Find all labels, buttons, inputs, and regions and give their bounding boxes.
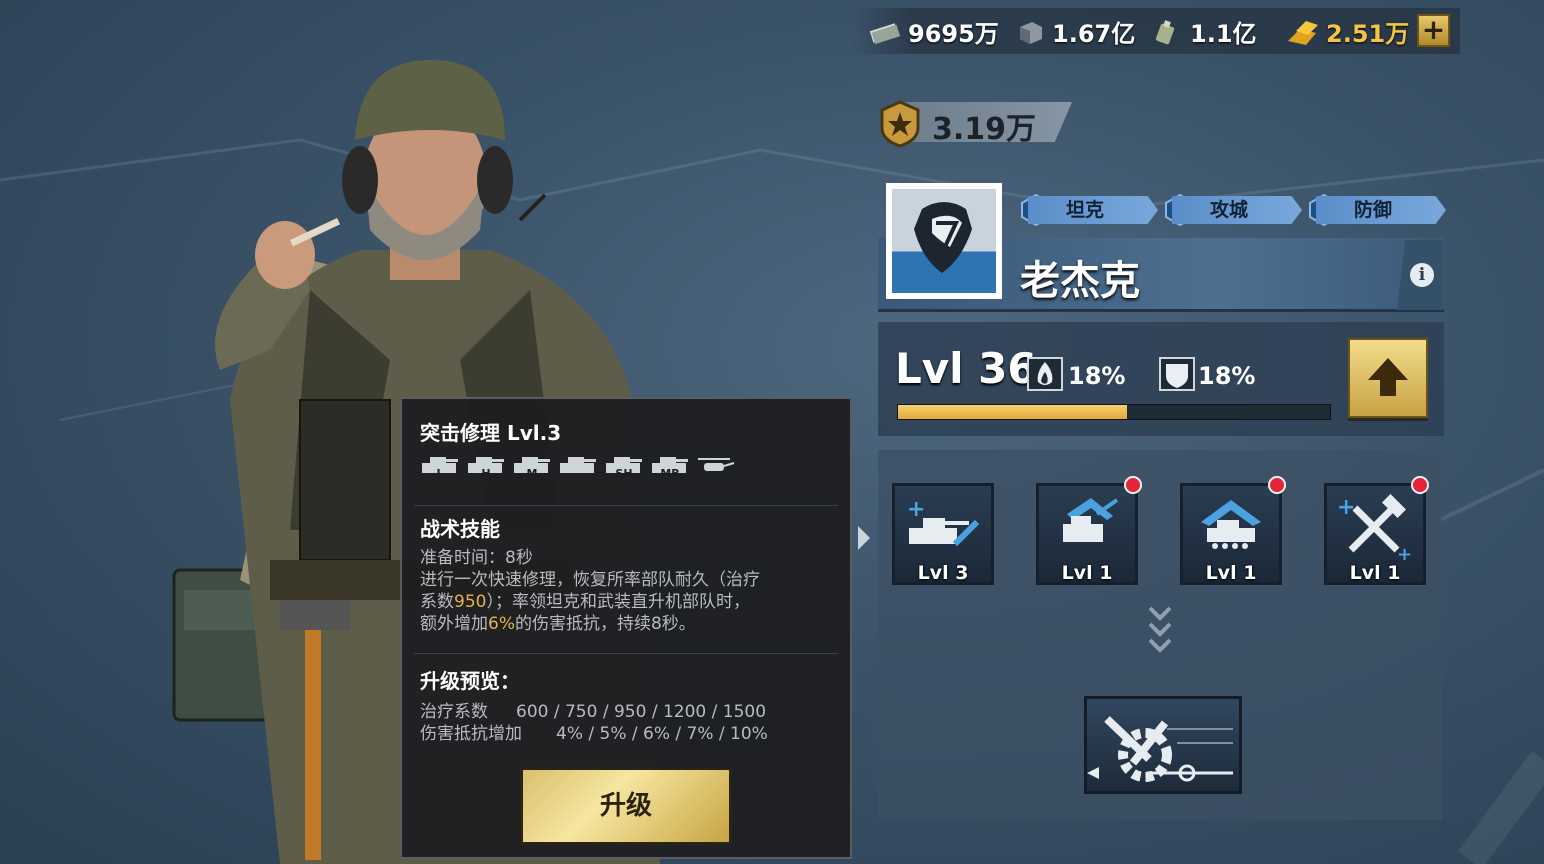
eagle-emblem-icon	[914, 202, 972, 273]
tank-unit-icon	[560, 457, 596, 473]
tank-unit-icon: L	[422, 457, 458, 479]
hero-emblem	[886, 183, 1002, 299]
add-gold-button[interactable]: +	[1417, 14, 1450, 47]
skill-4-notification-dot	[1411, 476, 1429, 494]
hero-name: 老杰克	[1020, 258, 1140, 304]
steel-value: 1.67亿	[1052, 20, 1136, 48]
oil-resource: 1.1亿	[1150, 14, 1257, 49]
skill-4-level: Lvl 1	[1349, 562, 1401, 584]
tank-repair-icon: +	[907, 497, 980, 547]
ultimate-skill-slot[interactable]	[1084, 696, 1242, 794]
tooltip-description: 准备时间：8秒 进行一次快速修理，恢复所率部队耐久（治疗 系数950）；率领坦克…	[420, 547, 840, 635]
preview-row-heal: 治疗系数 600 / 750 / 950 / 1200 / 1500	[420, 702, 767, 722]
cash-resource: 9695万	[868, 14, 999, 49]
tank-unit-icon: MB	[652, 457, 688, 479]
desc-line-3: 额外增加6%的伤害抵抗，持续8秒。	[420, 614, 696, 634]
cash-icon	[869, 22, 901, 44]
unit-type-label: SH	[615, 467, 632, 479]
cash-value: 9695万	[908, 20, 999, 48]
oil-icon	[1155, 19, 1175, 44]
siege-strike-icon	[1063, 498, 1119, 542]
info-icon[interactable]: i	[1410, 263, 1434, 287]
steel-icon	[1020, 21, 1042, 44]
defense-bonus-value: 18%	[1198, 362, 1256, 390]
exp-progress-fill	[898, 405, 1127, 419]
skill-1-level: Lvl 3	[917, 562, 969, 584]
skill-3-level: Lvl 1	[1205, 562, 1257, 584]
attack-bonus-icon	[1027, 357, 1063, 391]
unit-type-icons: L H M SH MB	[420, 451, 742, 479]
skill-slot-2[interactable]: Lvl 1	[1036, 483, 1138, 585]
skill-slot-1[interactable]: + Lvl 3	[892, 483, 994, 585]
unit-type-label: M	[527, 467, 538, 479]
tank-unit-icon: M	[514, 457, 550, 479]
tooltip-section-tactical: 战术技能	[420, 517, 500, 541]
arrow-up-icon	[1368, 358, 1408, 396]
preview-row-resist: 伤害抵抗增加 4% / 5% / 6% / 7% / 10%	[420, 724, 768, 744]
gold-icon	[1288, 20, 1318, 45]
unit-type-label: H	[481, 467, 490, 479]
upgrade-button[interactable]: 升级	[520, 767, 732, 845]
skill-2-notification-dot	[1124, 476, 1142, 494]
tag-tank: 坦克	[1028, 196, 1158, 224]
helicopter-unit-icon	[698, 458, 735, 471]
skill-slot-4[interactable]: + + Lvl 1	[1324, 483, 1426, 585]
tag-defense: 防御	[1316, 196, 1446, 224]
unit-type-label: MB	[660, 467, 679, 479]
steel-resource: 1.67亿	[1012, 14, 1135, 49]
tooltip-title: 突击修理 Lvl.3	[420, 421, 562, 445]
gold-value: 2.51万	[1326, 20, 1410, 48]
skill-3-notification-dot	[1268, 476, 1286, 494]
level-up-button[interactable]	[1348, 338, 1428, 418]
skill-2-level: Lvl 1	[1061, 562, 1113, 584]
gold-resource: 2.51万	[1286, 14, 1409, 49]
skill-slot-3[interactable]: Lvl 1	[1180, 483, 1282, 585]
hero-level: Lvl 36	[895, 344, 1037, 393]
tag-siege: 攻城	[1172, 196, 1302, 224]
power-value: 3.19万	[932, 112, 1037, 147]
upgrade-preview: 治疗系数 600 / 750 / 950 / 1200 / 1500 伤害抵抗增加…	[420, 701, 840, 745]
chevron-down-icon	[1148, 606, 1172, 653]
tank-unit-icon: SH	[606, 457, 642, 479]
tank-home-icon	[1201, 500, 1261, 549]
tooltip-section-preview: 升级预览：	[420, 669, 520, 693]
gear-wrench-icon	[1087, 716, 1233, 782]
exp-progress-bar	[897, 404, 1331, 420]
svg-text:+: +	[1337, 495, 1355, 520]
desc-line-1: 进行一次快速修理，恢复所率部队耐久（治疗	[420, 570, 760, 590]
wrench-hammer-icon: ++	[1337, 494, 1412, 564]
desc-line-2: 系数950）；率领坦克和武装直升机部队时，	[420, 592, 750, 612]
unit-type-label: L	[436, 467, 443, 479]
skill-tooltip: 突击修理 Lvl.3 L H M SH MB 战术技能 准备时间：8秒 进行一次快速修理…	[400, 397, 852, 859]
prep-time-text: 准备时间：8秒	[420, 548, 533, 568]
star-badge-icon	[880, 100, 920, 148]
attack-bonus-value: 18%	[1068, 362, 1126, 390]
tank-unit-icon: H	[468, 457, 504, 479]
power-display: 3.19万	[878, 100, 1073, 148]
defense-bonus-icon	[1159, 357, 1195, 391]
svg-text:+: +	[907, 497, 925, 522]
svg-text:+: +	[1397, 544, 1412, 564]
tooltip-pointer	[858, 526, 870, 550]
oil-value: 1.1亿	[1190, 20, 1257, 48]
